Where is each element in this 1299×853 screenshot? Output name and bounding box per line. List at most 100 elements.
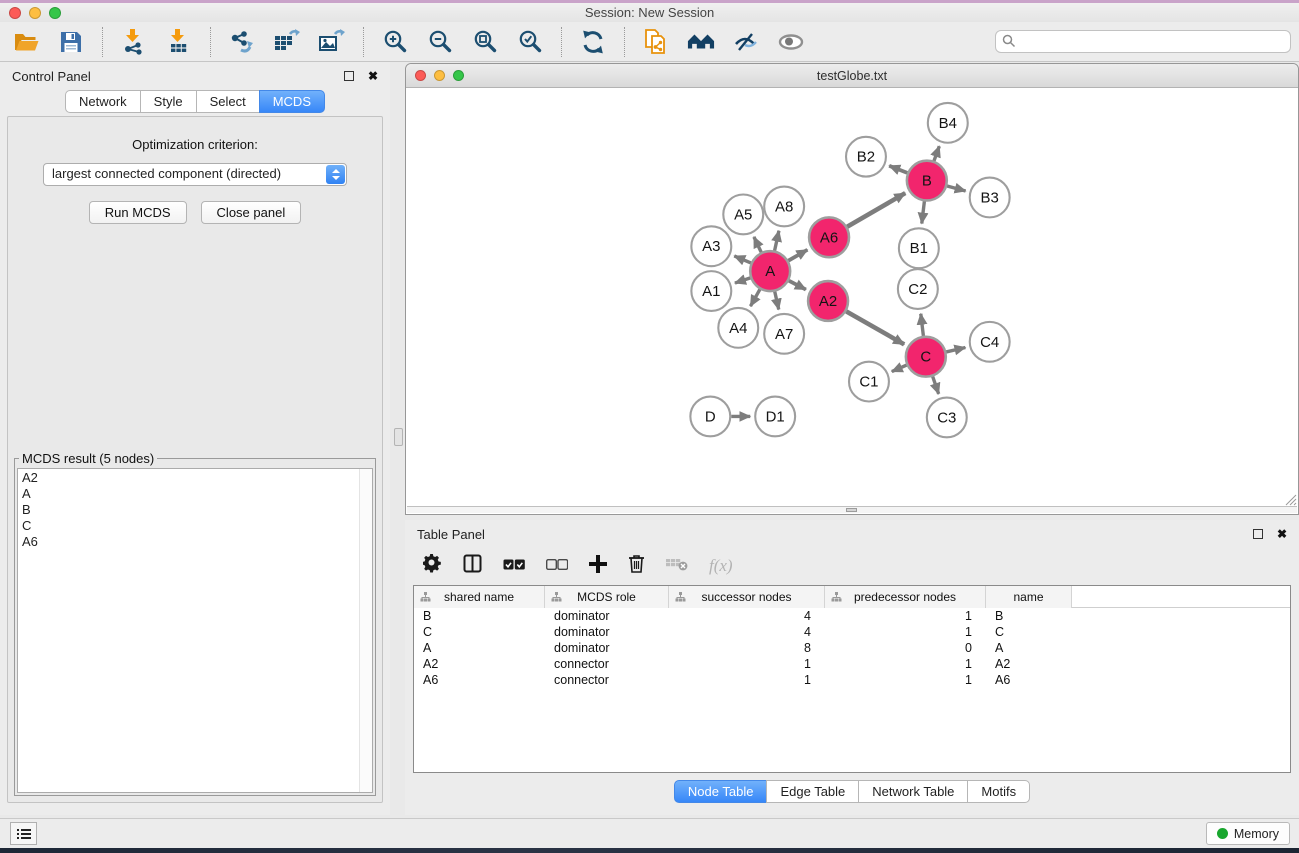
- graph-edge-B-B3[interactable]: [947, 186, 966, 191]
- show-columns-button[interactable]: [463, 554, 482, 578]
- graph-edge-B-B2[interactable]: [889, 166, 907, 173]
- deselect-all-button[interactable]: [546, 557, 568, 575]
- table-row[interactable]: Adominator80A: [414, 640, 1290, 656]
- graph-edge-B-B1[interactable]: [922, 201, 925, 223]
- graph-edge-A-A8[interactable]: [775, 231, 779, 251]
- graph-node-D1[interactable]: D1: [755, 397, 795, 437]
- column-header-predecessor-nodes[interactable]: predecessor nodes: [825, 586, 986, 608]
- graph-node-C3[interactable]: C3: [927, 398, 967, 438]
- zoom-fit-button[interactable]: [471, 28, 499, 56]
- zoom-in-button[interactable]: [381, 28, 409, 56]
- clone-network-button[interactable]: [642, 28, 670, 56]
- hide-selected-button[interactable]: [732, 28, 760, 56]
- graph-edge-A-A7[interactable]: [775, 292, 779, 310]
- tab-network[interactable]: Network: [65, 90, 141, 113]
- network-hscrollbar[interactable]: [407, 506, 1297, 513]
- graph-node-A2[interactable]: A2: [808, 281, 848, 321]
- graph-edge-C-C2[interactable]: [921, 314, 924, 336]
- run-mcds-button[interactable]: Run MCDS: [89, 201, 187, 224]
- column-header-shared-name[interactable]: shared name: [414, 586, 545, 608]
- result-item[interactable]: A6: [18, 533, 372, 549]
- graph-edge-A-A5[interactable]: [754, 237, 761, 252]
- export-network-button[interactable]: [228, 28, 256, 56]
- tab-network-table[interactable]: Network Table: [858, 780, 968, 803]
- tab-select[interactable]: Select: [196, 90, 260, 113]
- tab-mcds[interactable]: MCDS: [259, 90, 325, 113]
- table-row[interactable]: A6connector11A6: [414, 672, 1290, 688]
- column-header-successor-nodes[interactable]: successor nodes: [669, 586, 825, 608]
- graph-edge-A-A6[interactable]: [788, 250, 807, 261]
- zoom-selected-button[interactable]: [516, 28, 544, 56]
- graph-node-A3[interactable]: A3: [691, 226, 731, 266]
- graph-node-A8[interactable]: A8: [764, 187, 804, 227]
- export-image-button[interactable]: [318, 28, 346, 56]
- import-network-button[interactable]: [120, 28, 148, 56]
- resize-grip-icon[interactable]: [1284, 493, 1297, 506]
- graph-node-B4[interactable]: B4: [928, 103, 968, 143]
- graph-node-C4[interactable]: C4: [970, 322, 1010, 362]
- tab-node-table[interactable]: Node Table: [674, 780, 768, 803]
- export-table-button[interactable]: [273, 28, 301, 56]
- graph-node-A6[interactable]: A6: [809, 217, 849, 257]
- search-input[interactable]: [995, 30, 1291, 53]
- zoom-out-button[interactable]: [426, 28, 454, 56]
- import-table-button[interactable]: [165, 28, 193, 56]
- table-row[interactable]: A2connector11A2: [414, 656, 1290, 672]
- panel-divider-grip[interactable]: [394, 428, 403, 446]
- result-item[interactable]: B: [18, 501, 372, 517]
- graph-edge-A6-B[interactable]: [847, 193, 905, 227]
- result-item[interactable]: A2: [18, 469, 372, 485]
- table-row[interactable]: Cdominator41C: [414, 624, 1290, 640]
- result-scrollbar[interactable]: [359, 469, 372, 792]
- graph-node-A5[interactable]: A5: [723, 194, 763, 234]
- show-all-button[interactable]: [777, 28, 805, 56]
- graph-node-B2[interactable]: B2: [846, 137, 886, 177]
- network-canvas[interactable]: AA1A2A3A4A5A6A7A8BB1B2B3B4CC1C2C3C4DD1: [407, 89, 1297, 506]
- task-history-button[interactable]: [10, 822, 37, 845]
- graph-node-A1[interactable]: A1: [691, 271, 731, 311]
- refresh-button[interactable]: [579, 28, 607, 56]
- graph-edge-C-C4[interactable]: [946, 347, 965, 351]
- memory-button[interactable]: Memory: [1206, 822, 1290, 845]
- delete-column-button[interactable]: [628, 554, 645, 578]
- close-table-panel-icon[interactable]: ✖: [1277, 529, 1287, 539]
- graph-edge-C-C3[interactable]: [933, 376, 939, 393]
- table-row[interactable]: Bdominator41B: [414, 608, 1290, 624]
- result-item[interactable]: C: [18, 517, 372, 533]
- float-panel-icon[interactable]: [344, 71, 354, 81]
- graph-edge-A-A3[interactable]: [734, 256, 751, 263]
- graph-node-C2[interactable]: C2: [898, 269, 938, 309]
- graph-node-B3[interactable]: B3: [970, 178, 1010, 218]
- add-column-button[interactable]: [589, 555, 607, 578]
- graph-node-C[interactable]: C: [906, 337, 946, 377]
- tab-edge-table[interactable]: Edge Table: [766, 780, 859, 803]
- open-file-button[interactable]: [12, 28, 40, 56]
- graph-edge-A-A1[interactable]: [735, 278, 750, 283]
- criterion-dropdown[interactable]: largest connected component (directed): [43, 163, 347, 186]
- graph-node-D[interactable]: D: [690, 397, 730, 437]
- column-header-name[interactable]: name: [986, 586, 1072, 608]
- result-item[interactable]: A: [18, 485, 372, 501]
- column-header-mcds-role[interactable]: MCDS role: [545, 586, 669, 608]
- hscrollbar-knob[interactable]: [846, 508, 857, 512]
- select-all-button[interactable]: [503, 557, 525, 575]
- tab-style[interactable]: Style: [140, 90, 197, 113]
- table-mode-gear-button[interactable]: [423, 554, 442, 578]
- close-panel-button[interactable]: Close panel: [201, 201, 302, 224]
- graph-node-C1[interactable]: C1: [849, 362, 889, 402]
- graph-edge-A-A4[interactable]: [750, 289, 759, 306]
- function-builder-button[interactable]: f(x): [709, 556, 733, 576]
- graph-edge-C-C1[interactable]: [892, 365, 907, 371]
- graph-node-B[interactable]: B: [907, 161, 947, 201]
- graph-edge-A-A2[interactable]: [789, 281, 806, 290]
- double-house-button[interactable]: [687, 28, 715, 56]
- tab-motifs[interactable]: Motifs: [967, 780, 1030, 803]
- graph-edge-B-B4[interactable]: [934, 146, 939, 161]
- graph-node-A4[interactable]: A4: [718, 308, 758, 348]
- graph-edge-A2-C[interactable]: [846, 311, 904, 344]
- graph-node-B1[interactable]: B1: [899, 228, 939, 268]
- close-panel-icon[interactable]: ✖: [368, 71, 378, 81]
- float-table-panel-icon[interactable]: [1253, 529, 1263, 539]
- save-session-button[interactable]: [57, 28, 85, 56]
- graph-node-A7[interactable]: A7: [764, 314, 804, 354]
